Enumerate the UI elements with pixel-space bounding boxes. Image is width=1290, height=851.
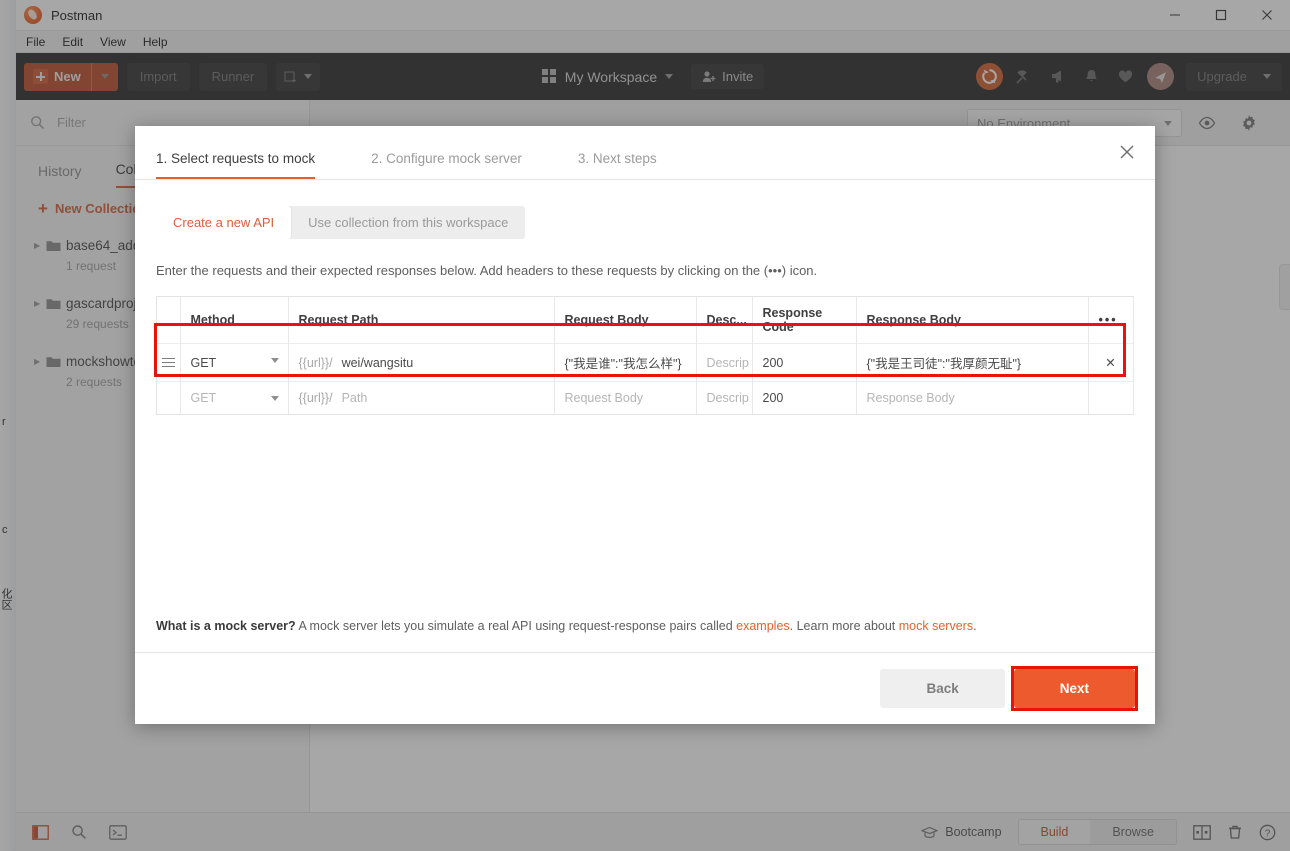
chevron-down-icon: [270, 396, 279, 401]
path-prefix: {{url}}/: [298, 391, 333, 405]
mock-note-body-2: . Learn more about: [789, 619, 899, 633]
postman-app-window: r c 化区 Postman File Edit View Help New I…: [0, 0, 1290, 851]
create-new-api-button[interactable]: Create a new API: [156, 206, 292, 239]
row-request-path-value: Path: [341, 391, 368, 405]
use-collection-button[interactable]: Use collection from this workspace: [291, 206, 525, 239]
modal-header: 1. Select requests to mock 2. Configure …: [135, 126, 1155, 180]
remove-row-icon[interactable]: ✕: [1088, 343, 1134, 382]
next-button-wrapper: Next: [1010, 666, 1138, 711]
examples-link[interactable]: examples: [736, 619, 790, 633]
row-response-code-input[interactable]: 200: [752, 343, 857, 382]
mock-note-body-3: .: [973, 619, 977, 633]
mock-server-note: What is a mock server? A mock server let…: [156, 619, 977, 633]
create-mock-server-modal: 1. Select requests to mock 2. Configure …: [135, 126, 1155, 724]
more-options-icon[interactable]: •••: [1088, 297, 1134, 344]
row-response-body-input[interactable]: Response Body: [856, 381, 1089, 414]
table-header-description: Desc...: [696, 297, 753, 344]
row-request-body-input[interactable]: Request Body: [554, 381, 697, 414]
table-row[interactable]: GET {{url}}/ Path Request Body Descrip 20…: [157, 381, 1134, 414]
row-description-input[interactable]: Descrip: [696, 343, 753, 382]
modal-tab-next-steps[interactable]: 3. Next steps: [578, 151, 657, 179]
modal-tab-select-requests[interactable]: 1. Select requests to mock: [156, 151, 316, 179]
next-button[interactable]: Next: [1013, 669, 1135, 708]
table-header-response-body: Response Body: [856, 297, 1089, 344]
modal-helper-text: Enter the requests and their expected re…: [156, 263, 818, 278]
row-actions-empty: [1088, 381, 1134, 414]
path-prefix: {{url}}/: [298, 355, 333, 370]
row-method-select[interactable]: GET: [180, 343, 289, 382]
row-method-select[interactable]: GET: [180, 381, 289, 414]
modal-tab-configure-mock-server[interactable]: 2. Configure mock server: [371, 151, 522, 179]
row-request-path-input[interactable]: {{url}}/ Path: [288, 381, 555, 414]
row-request-body-input[interactable]: {"我是谁":"我怎么样"}: [554, 343, 697, 382]
table-row[interactable]: GET {{url}}/wei/wangsitu {"我是谁":"我怎么样"} …: [157, 343, 1134, 382]
api-source-toggle: Create a new API Use collection from thi…: [156, 206, 526, 239]
table-header-request-path: Request Path: [288, 297, 555, 344]
mock-servers-link[interactable]: mock servers: [899, 619, 973, 633]
table-header-response-code: Response Code: [752, 297, 857, 344]
row-request-path-value: wei/wangsitu: [341, 355, 414, 370]
requests-table-wrapper: Method Request Path Request Body Desc...…: [154, 296, 1134, 415]
chevron-down-icon: [270, 358, 279, 363]
table-header-row: Method Request Path Request Body Desc...…: [157, 297, 1134, 344]
mock-note-body-1: A mock server lets you simulate a real A…: [295, 619, 737, 633]
row-response-body-input[interactable]: {"我是王司徒":"我厚颜无耻"}: [856, 343, 1089, 382]
requests-table: Method Request Path Request Body Desc...…: [157, 297, 1134, 414]
table-header-request-body: Request Body: [554, 297, 697, 344]
row-method-value: GET: [190, 391, 217, 405]
table-header-method: Method: [180, 297, 289, 344]
mock-note-lead: What is a mock server?: [156, 619, 296, 633]
close-icon[interactable]: [1113, 138, 1141, 166]
modal-body: Create a new API Use collection from thi…: [135, 180, 1155, 652]
row-description-input[interactable]: Descrip: [696, 381, 753, 414]
drag-handle-placeholder: [157, 381, 181, 414]
modal-footer: Back Next: [135, 652, 1155, 724]
row-method-value: GET: [190, 355, 217, 370]
row-response-code-input[interactable]: 200: [752, 381, 857, 414]
table-header-drag: [157, 297, 181, 344]
drag-handle-icon[interactable]: [157, 343, 181, 382]
row-request-path-input[interactable]: {{url}}/ wei/wangsitu: [288, 343, 555, 382]
back-button[interactable]: Back: [880, 669, 1005, 708]
